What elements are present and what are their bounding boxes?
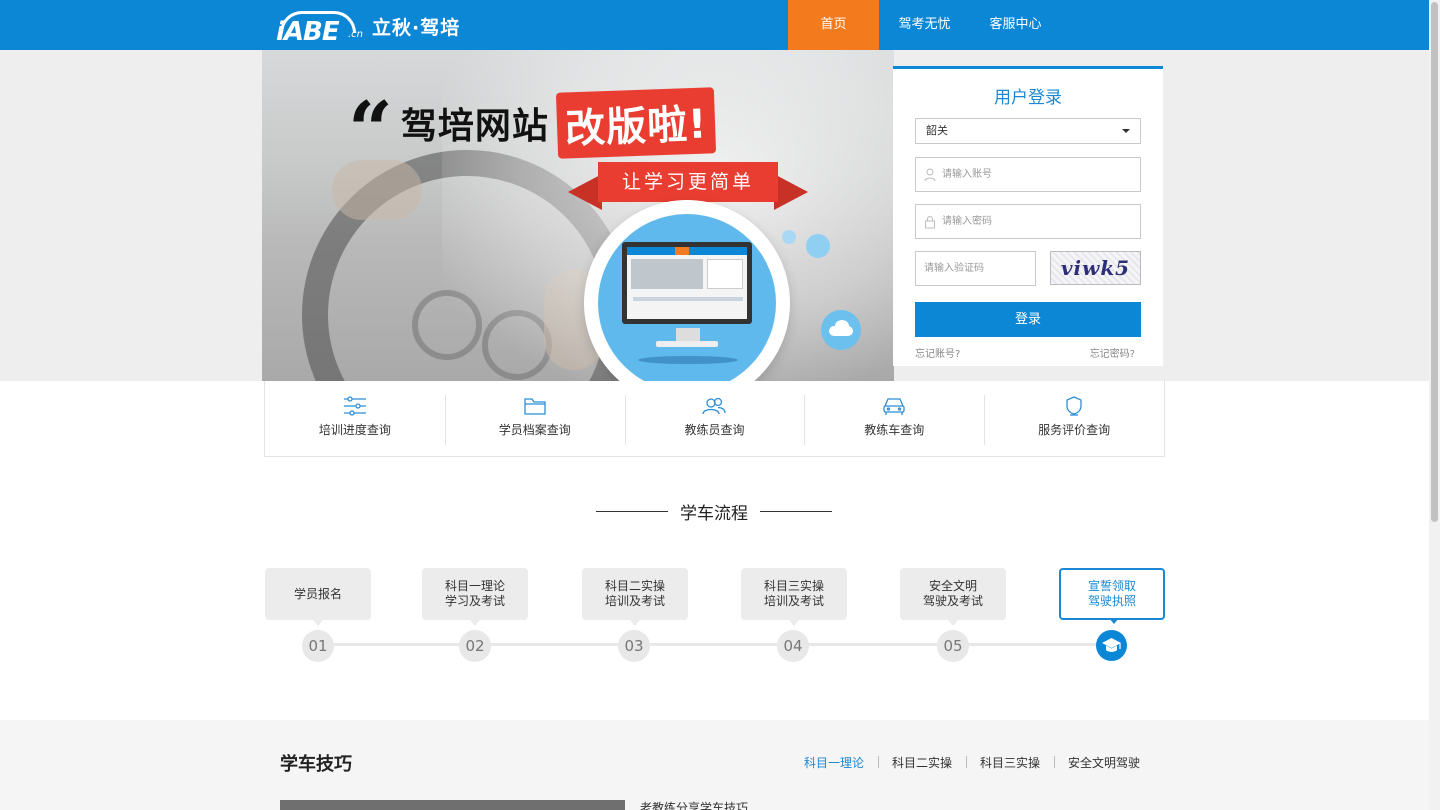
query-label: 服务评价查询 (1038, 423, 1111, 437)
site-logo[interactable]: iABE .cn 立秋·驾培 (276, 8, 461, 47)
logo-text: 立秋·驾培 (372, 16, 461, 39)
query-label: 学员档案查询 (498, 423, 571, 437)
car-icon (883, 398, 905, 415)
logo-suffix: .cn (348, 29, 364, 40)
step-number: 03 (618, 630, 650, 662)
headline-red: 改版啦! (555, 87, 717, 159)
step-line: 驾驶及考试 (922, 594, 983, 608)
user-icon (924, 168, 936, 182)
badge-icon (1066, 396, 1082, 416)
tips-tabs: 科目一理论 科目二实操 科目三实操 安全文明驾驶 (790, 754, 1154, 771)
bubble (806, 234, 830, 258)
query-label: 教练员查询 (684, 423, 745, 437)
step-line: 科目一理论 (444, 579, 505, 593)
lock-icon (925, 216, 935, 229)
graduation-cap-icon (1096, 630, 1127, 661)
chevron-down-icon (1122, 129, 1130, 133)
step-line: 培训及考试 (604, 594, 665, 608)
step-line: 科目三实操 (763, 579, 824, 593)
hand (332, 160, 422, 220)
process-section-title: 学车流程 (594, 498, 834, 524)
hero-banner: “ 驾培网站 改版啦! 让学习更简单 (0, 50, 1429, 381)
monitor-icon (622, 242, 752, 324)
process-step: 科目三实操 培训及考试 (741, 568, 847, 626)
password-placeholder: 请输入密码 (942, 216, 992, 227)
query-label: 培训进度查询 (318, 423, 391, 437)
top-header: iABE .cn 立秋·驾培 首页 驾考无忧 客服中心 (0, 0, 1440, 50)
sliders-icon (343, 396, 366, 416)
main-nav: 首页 驾考无忧 客服中心 (788, 0, 1061, 50)
step-number: 05 (937, 630, 969, 662)
tips-article-title[interactable]: 老教练分享学车技巧 (640, 798, 748, 810)
captcha-input[interactable]: 请输入验证码 (915, 251, 1036, 286)
login-title: 用户登录 (994, 88, 1062, 108)
ribbon-tail (774, 174, 808, 210)
tips-title: 学车技巧 (280, 754, 352, 775)
tab-safe-driving[interactable]: 安全文明驾驶 (1054, 754, 1154, 771)
nav-home[interactable]: 首页 (788, 0, 879, 50)
forgot-password-link[interactable]: 忘记密码? (1090, 345, 1135, 360)
step-number: 02 (459, 630, 491, 662)
process-step: 学员报名 (265, 568, 371, 626)
step-line: 驾驶执照 (1087, 594, 1136, 608)
step-number: 01 (302, 630, 334, 662)
monitor-illustration (598, 214, 776, 381)
process-step: 科目一理论 学习及考试 (422, 568, 528, 626)
step-line: 宣誓领取 (1087, 579, 1136, 593)
query-instructors[interactable]: 教练员查询 (624, 381, 805, 456)
forgot-account-link[interactable]: 忘记账号? (915, 345, 960, 360)
query-student-records[interactable]: 学员档案查询 (444, 381, 625, 456)
step-line: 学员报名 (293, 586, 342, 601)
ribbon-tail (568, 174, 602, 210)
cloud-icon (821, 310, 861, 350)
banner-headline: “ 驾培网站 改版啦! (348, 87, 717, 159)
folder-icon (524, 398, 546, 415)
process-track (316, 643, 1112, 646)
process-step-final: 宣誓领取 驾驶执照 (1059, 568, 1165, 624)
scrollbar-thumb[interactable] (1431, 2, 1438, 522)
logo-letters: iABE (276, 17, 340, 47)
login-button[interactable]: 登录 (915, 302, 1141, 337)
quick-query-bar: 培训进度查询 学员档案查询 教练员查询 教练车查询 服务评价查询 (264, 381, 1165, 457)
query-service-rating[interactable]: 服务评价查询 (984, 381, 1164, 456)
tips-thumbnail[interactable] (280, 800, 625, 810)
step-line: 安全文明 (928, 579, 977, 593)
login-panel: 用户登录 韶关 请输入账号 请输入密码 请输入验证码 viwk5 登录 忘记账号… (893, 66, 1163, 366)
nav-service[interactable]: 客服中心 (970, 0, 1061, 50)
account-input[interactable]: 请输入账号 (915, 157, 1141, 192)
query-training-cars[interactable]: 教练车查询 (804, 381, 984, 456)
users-icon (702, 397, 727, 415)
logo-car-mark: iABE .cn (276, 9, 372, 47)
headline-black: 驾培网站 (400, 106, 549, 147)
captcha-placeholder: 请输入验证码 (924, 263, 984, 274)
nav-exam[interactable]: 驾考无忧 (879, 0, 970, 50)
step-line: 科目二实操 (604, 579, 665, 593)
tab-subject-one[interactable]: 科目一理论 (790, 754, 878, 771)
query-label: 教练车查询 (864, 423, 925, 437)
bubble (782, 230, 796, 244)
captcha-image[interactable]: viwk5 (1050, 251, 1141, 285)
query-training-progress[interactable]: 培训进度查询 (265, 381, 445, 456)
city-select-value: 韶关 (926, 124, 948, 137)
step-line: 学习及考试 (444, 594, 505, 608)
step-line: 培训及考试 (763, 594, 824, 608)
process-step: 科目二实操 培训及考试 (582, 568, 688, 626)
account-placeholder: 请输入账号 (942, 169, 992, 180)
step-number: 04 (777, 630, 809, 662)
quote-mark-icon: “ (348, 92, 393, 154)
process-title: 学车流程 (680, 503, 748, 524)
password-input[interactable]: 请输入密码 (915, 204, 1141, 239)
page-scrollbar[interactable] (1429, 0, 1440, 810)
banner-ribbon: 让学习更简单 (598, 162, 778, 202)
tab-subject-two[interactable]: 科目二实操 (878, 754, 966, 771)
tab-subject-three[interactable]: 科目三实操 (966, 754, 1054, 771)
tips-section (0, 720, 1429, 810)
city-select[interactable]: 韶关 (915, 118, 1141, 144)
process-step: 安全文明 驾驶及考试 (900, 568, 1006, 626)
